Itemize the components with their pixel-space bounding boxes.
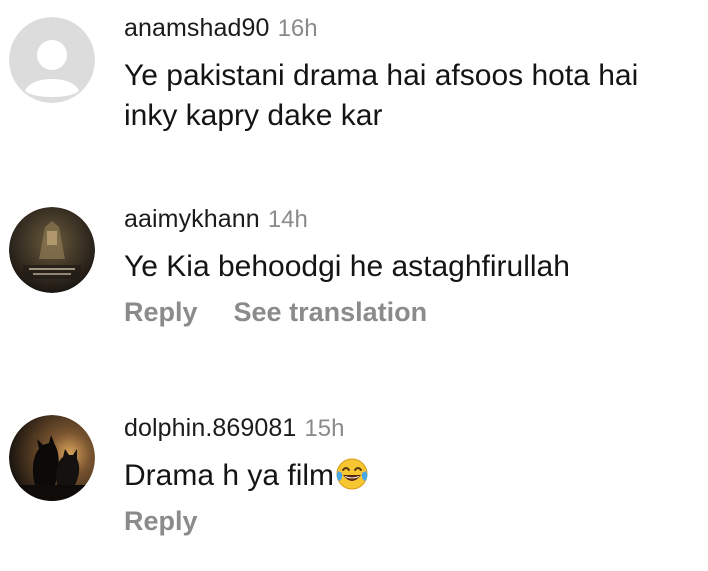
timestamp: 16h	[277, 15, 318, 42]
comment-meta: anamshad90 16h	[124, 12, 698, 44]
username[interactable]: aaimykhann	[124, 205, 260, 233]
comment-meta: aaimykhann 14h	[124, 203, 698, 235]
comment-text: Ye pakistani drama hai afsoos hota hai i…	[124, 59, 639, 132]
comment-content: dolphin.869081 15h Drama h ya film Reply	[124, 412, 698, 537]
reply-button[interactable]: Reply	[124, 506, 198, 537]
timestamp: 15h	[304, 415, 345, 442]
comment-actions: Reply See translation	[124, 297, 698, 328]
username[interactable]: anamshad90	[124, 14, 270, 42]
default-avatar-icon[interactable]	[9, 17, 95, 103]
timestamp: 14h	[267, 206, 308, 233]
comment-text: Drama h ya film	[124, 456, 698, 496]
profile-photo-cats[interactable]	[9, 415, 95, 501]
see-translation-button[interactable]: See translation	[234, 297, 428, 328]
username[interactable]: dolphin.869081	[124, 414, 296, 442]
comment-text: Ye Kia behoodgi he astaghfirullah	[124, 250, 570, 283]
comment-meta: dolphin.869081 15h	[124, 412, 698, 444]
comment-content: anamshad90 16h Ye pakistani drama hai afs…	[124, 12, 698, 136]
tears-of-joy-emoji-icon	[335, 457, 369, 491]
comment-text-body: Drama h ya film	[124, 459, 335, 492]
comment-actions: Reply	[124, 506, 698, 537]
comment-content: aaimykhann 14h Ye Kia behoodgi he astaghf…	[124, 203, 698, 328]
reply-button[interactable]: Reply	[124, 297, 198, 328]
profile-photo[interactable]	[9, 207, 95, 293]
